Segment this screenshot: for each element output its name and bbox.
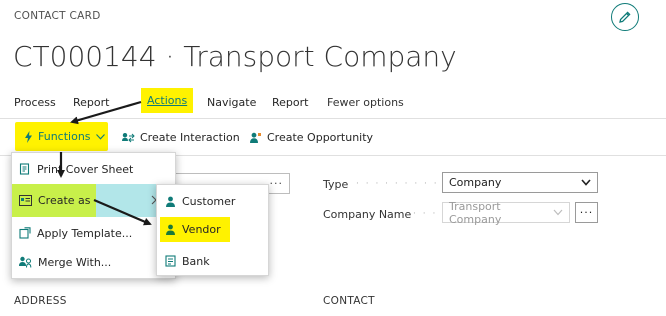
tab-navigate[interactable]: Navigate [207, 96, 256, 109]
edit-button[interactable] [611, 3, 639, 31]
functions-label: Functions [38, 130, 91, 143]
lookup-dots-icon: ··· [269, 177, 283, 190]
create-as-menu: Customer Vendor Bank [156, 184, 269, 276]
tab-report[interactable]: Report [73, 96, 109, 109]
menu-item-bank[interactable]: Bank [157, 247, 268, 275]
tab-fewer-options[interactable]: Fewer options [327, 96, 404, 109]
menu-item-merge-with[interactable]: Merge With... [12, 248, 175, 276]
functions-menu: Print Cover Sheet Create as Apply Templa… [11, 152, 176, 279]
functions-button[interactable]: Functions [15, 122, 108, 151]
menu-item-label: Bank [182, 254, 210, 268]
merge-icon [19, 256, 32, 268]
tab-report-2[interactable]: Report [272, 96, 308, 109]
section-address: ADDRESS [14, 295, 67, 307]
template-icon [19, 227, 31, 239]
menu-item-label: Merge With... [38, 255, 112, 269]
create-opportunity-label: Create Opportunity [267, 131, 374, 144]
print-icon [19, 163, 31, 175]
card-icon [19, 195, 32, 206]
pencil-icon [618, 10, 632, 24]
chevron-down-icon [95, 133, 105, 140]
type-select[interactable]: Company [442, 172, 598, 193]
person-icon [165, 196, 176, 207]
menu-item-label: Customer [182, 194, 236, 208]
lightning-icon [24, 130, 33, 143]
create-interaction-label: Create Interaction [140, 131, 240, 144]
page-caption: CONTACT CARD [14, 10, 101, 22]
create-interaction-button[interactable]: Create Interaction [122, 131, 240, 144]
tab-actions[interactable]: Actions [141, 88, 194, 113]
company-name-value: Transport Company [449, 199, 502, 226]
menu-item-label: Create as [38, 194, 91, 207]
menu-item-label: Apply Template... [37, 226, 133, 240]
menu-item-customer[interactable]: Customer [157, 187, 268, 215]
tab-process[interactable]: Process [14, 96, 56, 109]
more-icon: ··· [579, 206, 594, 219]
chevron-down-icon [553, 209, 563, 216]
page-title: CT000144 · Transport Company [13, 40, 457, 73]
company-name-leader-dots: · · · [413, 209, 438, 219]
menu-item-apply-template[interactable]: Apply Template... [12, 218, 175, 248]
opportunity-icon [249, 132, 262, 144]
company-name-lookup-button[interactable]: ··· [575, 202, 598, 223]
person-icon [165, 224, 176, 235]
section-contact: CONTACT [323, 295, 375, 307]
create-opportunity-button[interactable]: Create Opportunity [249, 131, 373, 144]
type-value: Company [449, 176, 502, 189]
interaction-icon [122, 132, 135, 144]
menu-item-vendor[interactable]: Vendor [160, 217, 230, 242]
menu-item-label: Vendor [182, 223, 221, 236]
company-name-select[interactable]: Transport Company [442, 199, 570, 226]
company-name-label: Company Name [323, 208, 412, 221]
type-label: Type [323, 178, 349, 191]
menu-item-label: Print Cover Sheet [37, 162, 134, 176]
chevron-down-icon [581, 179, 591, 186]
bank-icon [165, 255, 176, 267]
menu-item-print-cover-sheet[interactable]: Print Cover Sheet [12, 155, 175, 183]
menu-item-create-as[interactable]: Create as [12, 184, 175, 217]
